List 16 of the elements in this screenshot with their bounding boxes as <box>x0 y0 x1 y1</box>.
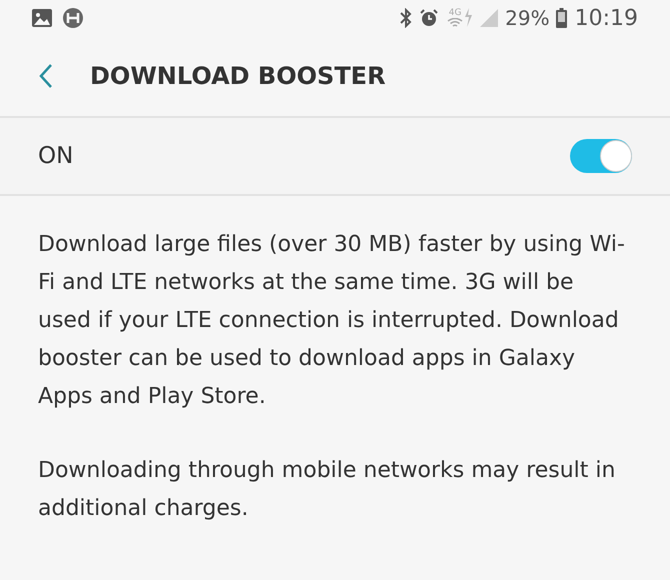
wifi-icon <box>447 18 464 28</box>
data-transfer-icon <box>463 7 474 29</box>
image-icon <box>32 9 52 27</box>
network-type-label: 4G <box>448 8 462 18</box>
signal-icon <box>479 8 500 28</box>
switch-label: ON <box>38 142 74 171</box>
battery-percent: 29% <box>505 5 550 32</box>
description-text: Downloading through mobile networks may result in additional charges. <box>38 457 616 523</box>
description-text: Download large files (over 30 MB) faster by using Wi-Fi and LTE networks at the same time. 3G will be used if your LTE connection is interrupted. Download booster can be used to download apps in Galaxy Apps and Play Store. <box>38 231 626 411</box>
battery-icon <box>556 8 567 28</box>
app-badge-icon <box>62 7 84 29</box>
toggle-switch[interactable] <box>570 139 632 173</box>
page-title: DOWNLOAD BOOSTER <box>90 61 386 92</box>
alarm-icon <box>419 8 440 28</box>
clock-time: 10:19 <box>574 4 638 32</box>
bluetooth-icon <box>399 8 414 28</box>
